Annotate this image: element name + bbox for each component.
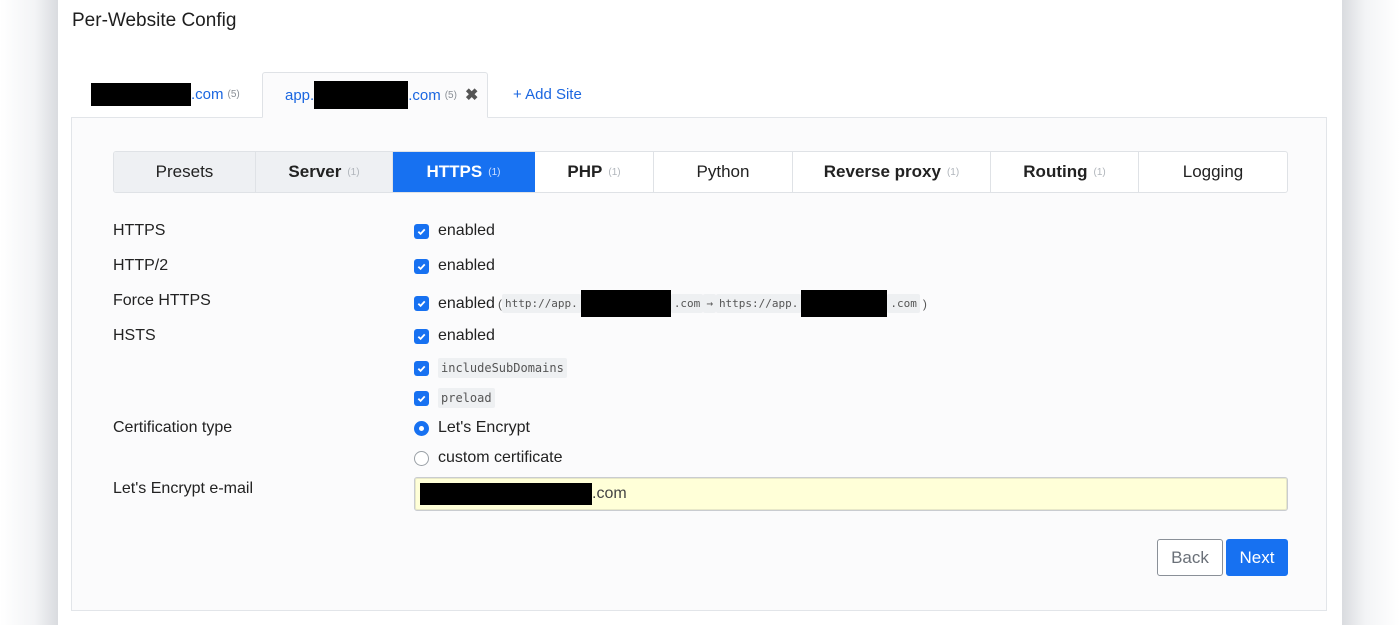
redirect-arrow: →	[703, 294, 716, 313]
cert-lets-encrypt-row[interactable]: Let's Encrypt	[414, 419, 530, 437]
back-button[interactable]: Back	[1157, 539, 1223, 576]
tab-reverse-proxy[interactable]: Reverse proxy (1)	[793, 152, 991, 192]
le-email-label: Let's Encrypt e-mail	[113, 480, 253, 497]
tab-label: HTTPS	[426, 162, 483, 181]
http2-checkbox-row[interactable]: enabled	[414, 257, 495, 275]
site-tab-prefix: app.	[285, 86, 315, 104]
tab-logging[interactable]: Logging	[1139, 152, 1287, 192]
lets-encrypt-text: Let's Encrypt	[438, 419, 530, 436]
redacted-domain	[91, 82, 191, 106]
tab-php[interactable]: PHP (1)	[535, 152, 654, 192]
le-email-suffix: .com	[592, 485, 627, 502]
redirect-from-prefix: http://app.	[501, 294, 581, 313]
tab-count: (1)	[347, 166, 360, 178]
next-button[interactable]: Next	[1226, 539, 1288, 576]
cert-type-label: Certification type	[113, 419, 233, 436]
check-icon	[417, 395, 426, 402]
redirect-close-paren: )	[922, 296, 927, 311]
tab-label: Routing	[1023, 162, 1088, 181]
tab-server[interactable]: Server (1)	[256, 152, 393, 192]
site-tab-count: (5)	[444, 89, 457, 101]
hsts-preload-row[interactable]: preload	[414, 388, 495, 408]
tab-label: Logging	[1182, 162, 1244, 181]
site-tab-domain-suffix: .com	[191, 85, 224, 103]
redirect-to-suffix: .com	[887, 294, 920, 313]
site-tab-count: (5)	[227, 88, 240, 100]
tab-python[interactable]: Python	[654, 152, 793, 192]
custom-certificate-radio[interactable]	[414, 450, 429, 466]
redirect-to-prefix: https://app.	[715, 294, 802, 313]
tab-count: (1)	[1093, 166, 1106, 178]
preload-text: preload	[438, 388, 495, 408]
page-shadow-right	[1342, 0, 1400, 625]
hsts-enabled-text: enabled	[438, 327, 495, 344]
https-checkbox-row[interactable]: enabled	[414, 222, 495, 240]
force-https-checkbox-row[interactable]: enabled ( http://app. .com → https://app…	[414, 290, 927, 317]
check-icon	[417, 365, 426, 372]
hsts-include-subdomains-row[interactable]: includeSubDomains	[414, 358, 567, 378]
hsts-label: HSTS	[113, 327, 156, 344]
hsts-checkbox-row[interactable]: enabled	[414, 327, 495, 345]
preload-checkbox[interactable]	[414, 390, 429, 406]
include-subdomains-checkbox[interactable]	[414, 360, 429, 376]
force-https-checkbox[interactable]	[414, 296, 429, 311]
redacted-domain	[580, 290, 671, 317]
tab-label: Presets	[155, 162, 214, 181]
http2-checkbox[interactable]	[414, 258, 429, 274]
force-https-enabled-text: enabled	[438, 294, 495, 312]
site-tab-1[interactable]: .com (5)	[91, 72, 240, 116]
tab-presets[interactable]: Presets	[114, 152, 256, 192]
cert-custom-row[interactable]: custom certificate	[414, 449, 562, 467]
redirect-from-suffix: .com	[670, 294, 704, 313]
tab-label: Reverse proxy	[823, 162, 941, 181]
check-icon	[417, 300, 426, 308]
tab-label: Python	[696, 162, 750, 181]
config-card: Per-Website Config .com (5) app. .com (5…	[58, 0, 1342, 625]
page-shadow-left	[0, 0, 58, 625]
tab-https[interactable]: HTTPS (1)	[393, 152, 535, 192]
http2-enabled-text: enabled	[438, 257, 495, 274]
redacted-email	[420, 483, 592, 505]
section-tabs: Presets Server (1) HTTPS (1) PHP (1) Pyt…	[113, 151, 1288, 193]
tab-count: (1)	[946, 166, 960, 178]
tab-count: (1)	[488, 166, 501, 178]
page-title: Per-Website Config	[72, 10, 237, 31]
custom-certificate-text: custom certificate	[438, 449, 563, 466]
site-tab-domain-suffix: .com	[408, 86, 441, 104]
check-icon	[417, 263, 426, 270]
http2-label: HTTP/2	[113, 257, 169, 274]
hsts-checkbox[interactable]	[414, 328, 429, 344]
https-label: HTTPS	[113, 222, 166, 239]
tab-count: (1)	[608, 166, 621, 178]
https-enabled-text: enabled	[438, 222, 495, 239]
redacted-domain	[801, 290, 888, 317]
include-subdomains-text: includeSubDomains	[438, 358, 567, 378]
check-icon	[417, 228, 426, 235]
check-icon	[417, 333, 426, 340]
lets-encrypt-radio[interactable]	[414, 420, 429, 436]
https-checkbox[interactable]	[414, 223, 429, 239]
tab-label: PHP	[567, 162, 603, 181]
force-https-label: Force HTTPS	[113, 292, 211, 309]
add-site-button[interactable]: + Add Site	[513, 72, 582, 116]
close-icon[interactable]: ✖	[465, 85, 478, 105]
le-email-field[interactable]: .com	[414, 477, 1288, 511]
redacted-domain	[314, 81, 409, 109]
site-tab-2[interactable]: app. .com (5) ✖	[262, 72, 488, 118]
tab-label: Server	[288, 162, 342, 181]
settings-panel: Presets Server (1) HTTPS (1) PHP (1) Pyt…	[71, 117, 1327, 611]
tab-routing[interactable]: Routing (1)	[991, 152, 1139, 192]
